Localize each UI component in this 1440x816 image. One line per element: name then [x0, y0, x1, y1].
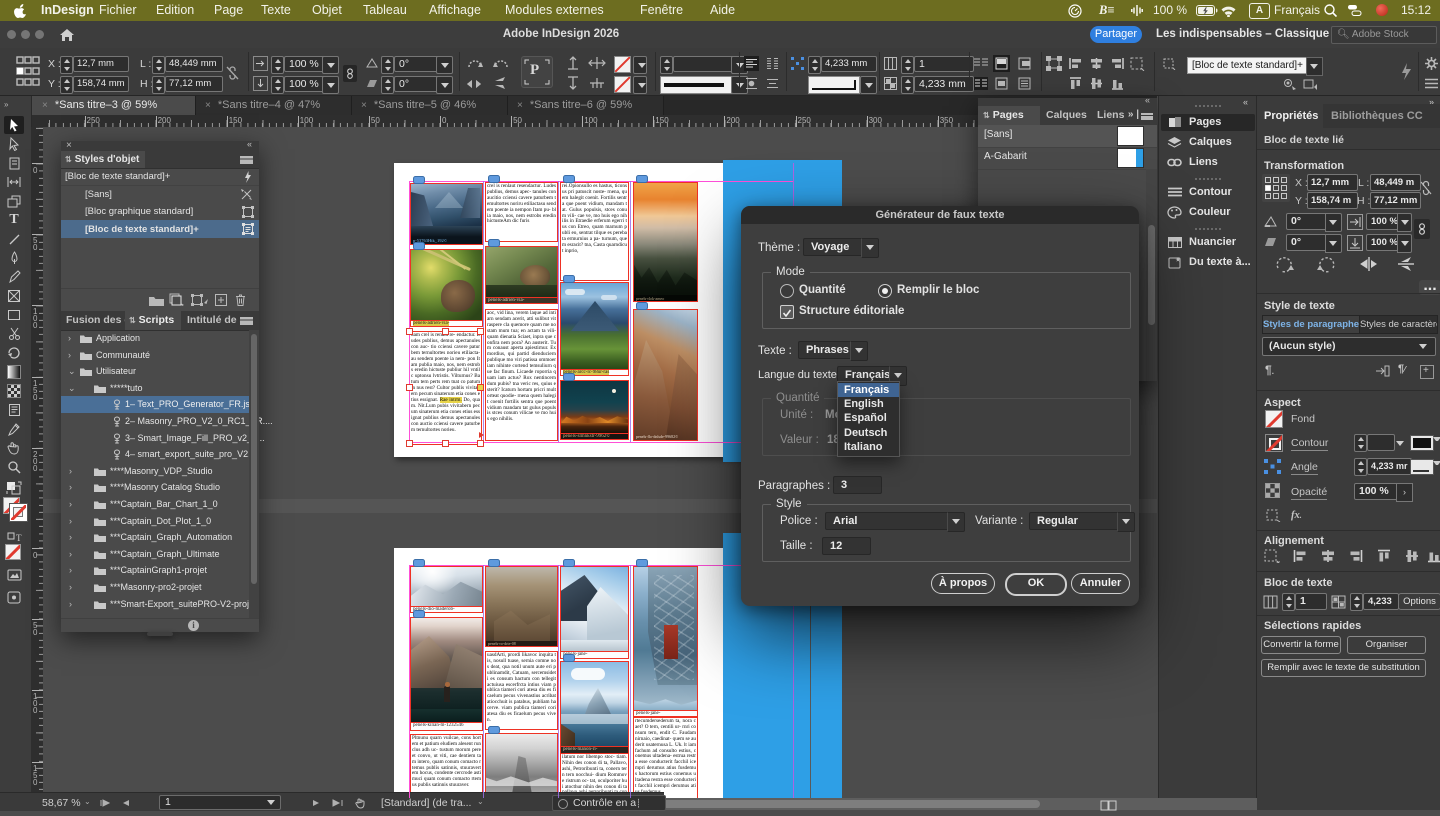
svg-text:T: T — [16, 533, 22, 543]
